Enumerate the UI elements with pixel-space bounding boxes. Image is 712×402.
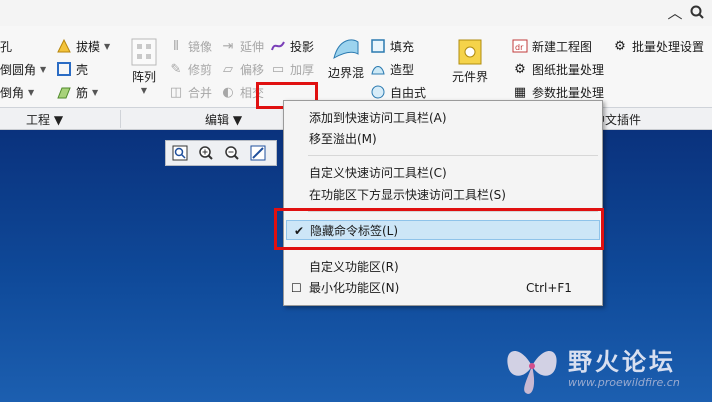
annotation-red-box — [274, 208, 604, 250]
project-icon — [270, 38, 286, 54]
menu-item-customize-quick-access[interactable]: 自定义快速访问工具栏(C) — [284, 163, 602, 183]
menu-item-customize-ribbon[interactable]: 自定义功能区(R) — [284, 257, 602, 277]
forum-logo — [500, 336, 564, 396]
batch-drawing-button[interactable]: ⚙ 图纸批量处理 — [512, 59, 604, 79]
draft-icon — [56, 38, 72, 54]
project-button[interactable]: 投影 — [270, 36, 314, 56]
pattern-icon — [129, 36, 159, 68]
offset-icon: ▱ — [223, 61, 233, 77]
boundary-blend-button[interactable]: 边界混合 — [328, 32, 364, 80]
chevron-down-icon: ▼ — [40, 64, 47, 74]
puzzle-icon — [455, 36, 485, 68]
group-engineering[interactable]: 工程 ▼ — [26, 111, 63, 128]
zoom-fit-icon[interactable] — [169, 143, 191, 163]
offset-button[interactable]: ▱ 偏移 — [220, 59, 264, 79]
checkbox-icon: ☐ — [291, 281, 302, 295]
gear-icon: ⚙ — [614, 38, 626, 54]
title-strip: ︿ — [0, 0, 712, 26]
table-icon: ▦ — [513, 84, 527, 100]
extend-button[interactable]: ⇥ 延伸 — [220, 36, 264, 56]
menu-item-move-to-overflow[interactable]: 移至溢出(M) — [284, 129, 602, 149]
group-edit[interactable]: 编辑 ▼ — [205, 111, 242, 128]
mirror-icon: ⫴ — [173, 38, 179, 54]
merge-icon: ◫ — [169, 84, 183, 100]
shell-icon — [56, 61, 72, 77]
zoom-out-icon[interactable] — [221, 143, 243, 163]
gear-icon: ⚙ — [514, 61, 526, 77]
menu-item-add-to-quick-access[interactable]: 添加到快速访问工具栏(A) — [284, 108, 602, 128]
fill-icon — [370, 38, 386, 54]
svg-text:dr: dr — [515, 43, 524, 52]
style-icon — [370, 61, 386, 77]
watermark-url: www.proewildfire.cn — [568, 376, 680, 389]
fill-button[interactable]: 填充 — [370, 36, 414, 56]
chevron-down-icon: ▼ — [104, 41, 111, 51]
extend-icon: ⇥ — [222, 38, 234, 54]
thicken-icon: ▭ — [271, 61, 285, 77]
new-drawing-button[interactable]: dr 新建工程图 — [512, 36, 592, 56]
freestyle-button[interactable]: 自由式 — [370, 82, 426, 102]
mirror-button[interactable]: ⫴ 镜像 — [168, 36, 212, 56]
context-menu: 添加到快速访问工具栏(A) 移至溢出(M) 自定义快速访问工具栏(C) 在功能区… — [283, 100, 603, 306]
intersect-icon: ◐ — [222, 84, 234, 100]
shell-button[interactable]: 壳 — [56, 59, 88, 79]
rib-icon — [56, 84, 72, 100]
watermark-title: 野火论坛 — [568, 348, 676, 376]
chevron-down-icon: ▼ — [28, 87, 35, 97]
menu-separator — [308, 155, 598, 156]
ribbon: 孔 倒圆角 ▼ 倒角 ▼ 拔模 ▼ 壳 筋 ▼ 阵列 ▼ ⫴ 镜像 ✎ 修剪 ◫ 合并 ⇥ 延伸 — [0, 26, 712, 108]
boundary-blend-icon — [331, 32, 361, 64]
view-toolbar — [165, 140, 277, 166]
thicken-button[interactable]: ▭ 加厚 — [270, 59, 314, 79]
repaint-icon[interactable] — [247, 143, 269, 163]
hole-button[interactable]: 孔 — [0, 36, 12, 56]
batch-param-button[interactable]: ▦ 参数批量处理 — [512, 82, 604, 102]
batch-settings-button[interactable]: ⚙ 批量处理设置 — [612, 36, 704, 56]
round-button[interactable]: 倒圆角 ▼ — [0, 59, 46, 79]
rib-button[interactable]: 筋 ▼ — [56, 82, 98, 102]
zoom-in-icon[interactable] — [195, 143, 217, 163]
caret-up-icon[interactable]: ︿ — [666, 4, 684, 22]
component-interface-button[interactable]: 元件界面 — [450, 36, 490, 84]
array-button[interactable]: 阵列 ▼ — [124, 36, 164, 98]
trim-icon: ✎ — [170, 61, 182, 77]
chevron-down-icon: ▼ — [140, 86, 148, 95]
chevron-down-icon: ▼ — [92, 87, 99, 97]
menu-item-show-quick-access-below[interactable]: 在功能区下方显示快速访问工具栏(S) — [284, 185, 602, 205]
drawing-icon: dr — [512, 38, 528, 54]
trim-button[interactable]: ✎ 修剪 — [168, 59, 212, 79]
style-button[interactable]: 造型 — [370, 59, 414, 79]
group-divider — [120, 110, 121, 128]
search-icon[interactable] — [688, 4, 706, 22]
menu-item-minimize-ribbon[interactable]: ☐ 最小化功能区(N) Ctrl+F1 — [284, 278, 602, 298]
merge-button[interactable]: ◫ 合并 — [168, 82, 212, 102]
chamfer-button[interactable]: 倒角 ▼ — [0, 82, 34, 102]
freestyle-icon — [370, 84, 386, 100]
draft-button[interactable]: 拔模 ▼ — [56, 36, 110, 56]
